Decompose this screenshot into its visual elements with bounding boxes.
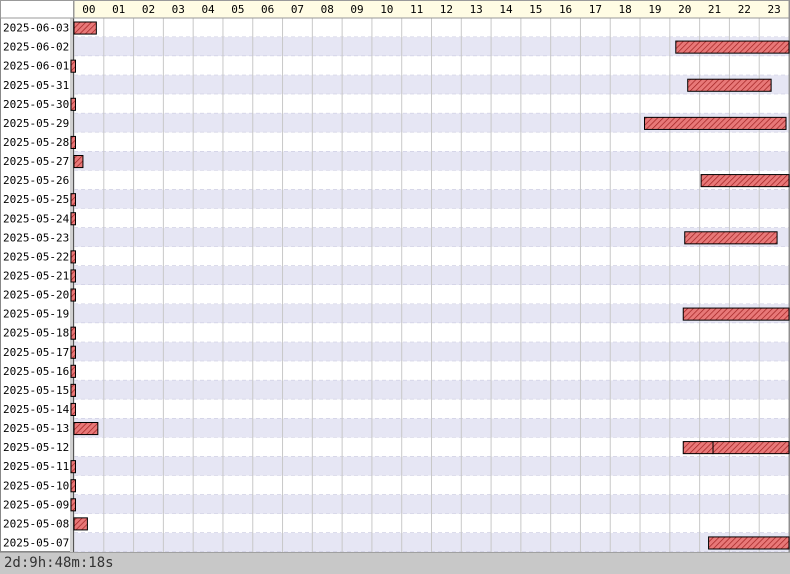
date-label: 2025-05-28 (3, 136, 69, 149)
activity-bar (70, 250, 76, 264)
hour-header: 00 01 02 03 04 05 06 07 08 09 10 11 12 13 14 15 16 17 18 19… (0, 0, 790, 19)
activity-bar (73, 21, 97, 35)
date-label: 2025-05-23 (3, 231, 69, 244)
date-label: 2025-05-17 (3, 346, 69, 359)
hour-tick-label: 06 (261, 3, 274, 16)
activity-bar (70, 383, 76, 397)
date-label: 2025-06-01 (3, 60, 69, 73)
activity-bar (682, 441, 714, 455)
date-label: 2025-05-20 (3, 289, 69, 302)
activity-bar (70, 135, 76, 150)
row-backgrounds (0, 0, 790, 552)
date-label: 2025-05-08 (3, 517, 69, 530)
date-label: 2025-05-11 (3, 460, 69, 473)
activity-bar (70, 402, 76, 416)
hour-tick-label: 13 (470, 3, 483, 16)
hour-tick-label: 02 (142, 3, 155, 16)
hour-tick-label: 04 (201, 3, 215, 16)
activity-bar (70, 193, 76, 207)
activity-bar (70, 269, 76, 283)
date-label: 2025-05-25 (3, 193, 69, 206)
date-label: 2025-05-10 (3, 479, 69, 492)
hour-tick-label: 22 (738, 3, 751, 16)
hour-tick-label: 00 (82, 3, 95, 16)
date-label: 2025-06-03 (3, 22, 69, 35)
hour-tick-label: 09 (350, 3, 363, 16)
hour-tick-label: 10 (380, 3, 393, 16)
hour-tick-label: 21 (708, 3, 721, 16)
activity-bar (644, 116, 787, 130)
uptime-gantt-chart: 00 01 02 03 04 05 06 07 08 09 10 11 12 13 14 15 16 17 18 19… (0, 0, 790, 552)
hour-tick-label: 07 (291, 3, 304, 16)
header-corner (0, 0, 74, 19)
activity-bar (70, 479, 76, 493)
total-duration-footer: 2d:9h:48m:18s (0, 552, 790, 574)
activity-bar (73, 422, 99, 436)
date-label: 2025-05-07 (3, 536, 69, 549)
chart-container: 00 01 02 03 04 05 06 07 08 09 10 11 12 13 14 15 16 17 18 19… (0, 0, 790, 574)
date-label: 2025-05-19 (3, 308, 69, 321)
activity-bar (70, 460, 76, 474)
activity-bar (70, 345, 76, 359)
date-label: 2025-05-14 (3, 403, 70, 416)
hour-tick-label: 08 (321, 3, 334, 16)
hour-tick-label: 23 (767, 3, 780, 16)
date-label: 2025-05-16 (3, 365, 69, 378)
date-label: 2025-05-09 (3, 498, 69, 511)
activity-bar (700, 174, 790, 188)
activity-bar (73, 517, 88, 531)
hour-tick-label: 12 (440, 3, 453, 16)
hour-tick-label: 20 (678, 3, 691, 16)
date-label: 2025-05-18 (3, 327, 69, 340)
date-label: 2025-05-22 (3, 250, 69, 263)
hour-tick-label: 03 (172, 3, 185, 16)
activity-bar (70, 59, 76, 73)
date-label: 2025-05-21 (3, 269, 69, 282)
activity-bar (70, 212, 76, 226)
hour-tick-label: 16 (559, 3, 572, 16)
hour-tick-label: 18 (619, 3, 632, 16)
activity-bar (73, 155, 84, 169)
activity-bar (675, 40, 790, 54)
activity-bar (70, 364, 76, 378)
date-label: 2025-06-02 (3, 41, 69, 54)
date-label: 2025-05-15 (3, 384, 69, 397)
date-label: 2025-05-27 (3, 155, 69, 168)
date-label: 2025-05-13 (3, 422, 69, 435)
activity-bar (70, 326, 76, 340)
activity-bar (70, 498, 76, 512)
date-label: 2025-05-26 (3, 174, 69, 187)
activity-bar (687, 78, 772, 92)
hour-tick-label: 05 (231, 3, 244, 16)
date-label: 2025-05-24 (3, 212, 70, 225)
total-duration-text: 2d:9h:48m:18s (4, 555, 114, 571)
hour-tick-label: 11 (410, 3, 423, 16)
hour-tick-label: 17 (589, 3, 602, 16)
date-label: 2025-05-31 (3, 79, 69, 92)
date-label: 2025-05-29 (3, 117, 69, 130)
hour-tick-label: 01 (112, 3, 125, 16)
activity-bar (708, 536, 790, 550)
hour-tick-label: 19 (648, 3, 661, 16)
activity-bar (682, 307, 790, 321)
date-label: 2025-05-30 (3, 98, 69, 111)
activity-bar (712, 441, 790, 455)
activity-bar (70, 97, 76, 111)
hour-tick-label: 14 (499, 3, 513, 16)
activity-bar (70, 288, 76, 302)
activity-bar (684, 231, 778, 245)
hour-tick-label: 15 (529, 3, 542, 16)
date-label: 2025-05-12 (3, 441, 69, 454)
